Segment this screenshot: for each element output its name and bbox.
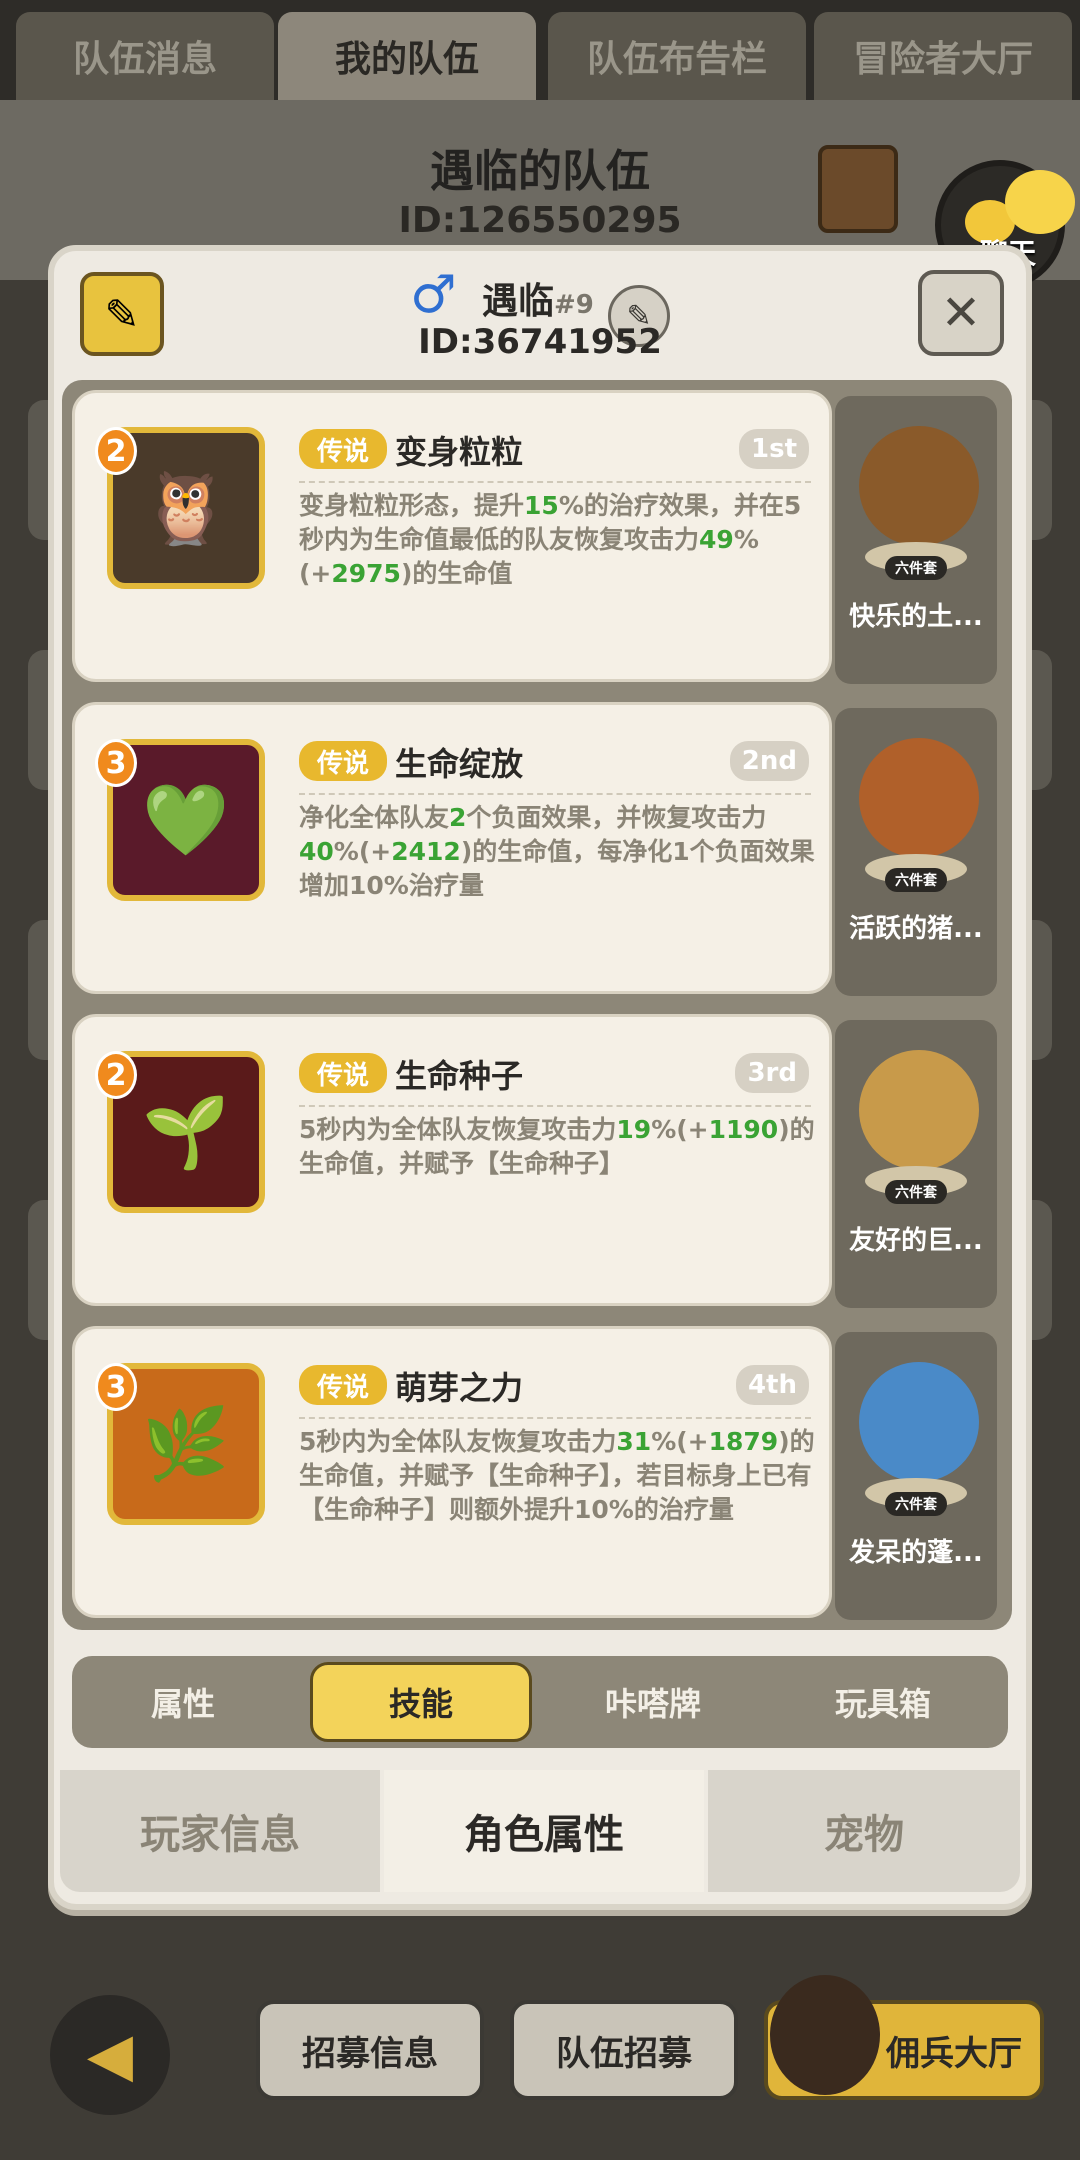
set-badge: 六件套	[885, 556, 947, 580]
team-recruit-button[interactable]: 队伍招募	[510, 2000, 738, 2100]
skill-name: 变身粒粒	[395, 433, 524, 471]
skill-description: 变身粒粒形态，提升15%的治疗效果，并在5秒内为生命值最低的队友恢复攻击力49%…	[299, 491, 802, 588]
set-badge: 六件套	[885, 1180, 947, 1204]
back-arrow-icon: ◀	[86, 2020, 134, 2090]
tab-team-board[interactable]: 队伍布告栏	[548, 12, 806, 100]
skill-name: 生命种子	[395, 1057, 524, 1095]
skill-description: 5秒内为全体队友恢复攻击力31%(+1879)的生命值，并赋予【生命种子】，若目…	[299, 1427, 815, 1524]
pet-slot[interactable]: 六件套 活跃的猪...	[835, 708, 997, 996]
tab-team-messages[interactable]: 队伍消息	[16, 12, 274, 100]
skill-card[interactable]: 🦉 2 传说 变身粒粒 1st 变身粒粒形态，提升15%的治疗效果，并在5秒内为…	[72, 390, 832, 682]
tab-skills[interactable]: 技能	[310, 1662, 532, 1742]
pet-name: 快乐的土...	[849, 602, 983, 632]
skill-description: 净化全体队友2个负面效果，并恢复攻击力40%(+2412)的生命值，每净化1个负…	[299, 803, 815, 900]
divider	[299, 1417, 811, 1419]
pet-name: 发呆的蓬...	[849, 1538, 983, 1568]
skill-order-badge: 3rd	[735, 1053, 809, 1093]
team-id: ID:126550295	[398, 200, 682, 241]
pet-figure-icon	[859, 1362, 979, 1482]
pet-slot[interactable]: 六件套 快乐的土...	[835, 396, 997, 684]
divider	[299, 1105, 811, 1107]
skill-card[interactable]: 🌿 3 传说 萌芽之力 4th 5秒内为全体队友恢复攻击力31%(+1879)的…	[72, 1326, 832, 1618]
skill-order-badge: 4th	[735, 1365, 809, 1405]
rarity-tag: 传说	[299, 429, 387, 469]
player-name: 遇临#9	[482, 272, 594, 324]
chat-face-icon	[1005, 170, 1075, 234]
player-rank: #9	[554, 290, 594, 320]
close-icon: ✕	[940, 285, 982, 341]
skill-order-badge: 2nd	[729, 741, 809, 781]
top-tab-bar: 队伍消息 我的队伍 队伍布告栏 冒险者大厅	[0, 0, 1080, 100]
pet-figure-icon	[859, 738, 979, 858]
back-button[interactable]: ◀	[50, 1995, 170, 2115]
skill-order-badge: 1st	[739, 429, 809, 469]
skill-card[interactable]: 💚 3 传说 生命绽放 2nd 净化全体队友2个负面效果，并恢复攻击力40%(+…	[72, 702, 832, 994]
tab-cards[interactable]: 咔嗒牌	[542, 1656, 764, 1748]
pet-figure-icon	[859, 1050, 979, 1170]
close-button[interactable]: ✕	[918, 270, 1004, 356]
skill-level-badge: 3	[95, 1363, 137, 1411]
sub-tab-bar: 属性 技能 咔嗒牌 玩具箱	[72, 1656, 1008, 1748]
rarity-tag: 传说	[299, 741, 387, 781]
skill-name: 萌芽之力	[395, 1369, 524, 1407]
tab-character-attributes[interactable]: 角色属性	[384, 1770, 704, 1892]
tab-player-info[interactable]: 玩家信息	[60, 1770, 380, 1892]
skill-level-badge: 2	[95, 1051, 137, 1099]
pet-name: 活跃的猪...	[849, 914, 983, 944]
tab-adventurer-hall[interactable]: 冒险者大厅	[814, 12, 1072, 100]
player-name-text: 遇临	[482, 281, 555, 322]
skill-card[interactable]: 🌱 2 传说 生命种子 3rd 5秒内为全体队友恢复攻击力19%(+1190)的…	[72, 1014, 832, 1306]
notice-board-icon[interactable]	[818, 145, 898, 233]
tab-toybox[interactable]: 玩具箱	[772, 1656, 994, 1748]
pet-slot[interactable]: 六件套 友好的巨...	[835, 1020, 997, 1308]
set-badge: 六件套	[885, 1492, 947, 1516]
pet-name: 友好的巨...	[849, 1226, 983, 1256]
tab-pets[interactable]: 宠物	[708, 1770, 1020, 1892]
rarity-tag: 传说	[299, 1053, 387, 1093]
mercenary-character-icon	[770, 1975, 880, 2095]
pet-figure-icon	[859, 426, 979, 546]
recruit-info-button[interactable]: 招募信息	[256, 2000, 484, 2100]
skill-level-badge: 2	[95, 427, 137, 475]
pet-slot[interactable]: 六件套 发呆的蓬...	[835, 1332, 997, 1620]
modal-tab-bar: 玩家信息 角色属性 宠物	[60, 1770, 1020, 1892]
male-icon: ♂	[410, 265, 457, 325]
tab-attributes[interactable]: 属性	[72, 1656, 294, 1748]
rarity-tag: 传说	[299, 1365, 387, 1405]
team-title: 遇临的队伍	[430, 146, 650, 197]
divider	[299, 481, 811, 483]
skill-level-badge: 3	[95, 739, 137, 787]
set-badge: 六件套	[885, 868, 947, 892]
skill-description: 5秒内为全体队友恢复攻击力19%(+1190)的生命值，并赋予【生命种子】	[299, 1115, 815, 1178]
tab-my-team[interactable]: 我的队伍	[278, 12, 536, 100]
divider	[299, 793, 811, 795]
skill-name: 生命绽放	[395, 745, 524, 783]
